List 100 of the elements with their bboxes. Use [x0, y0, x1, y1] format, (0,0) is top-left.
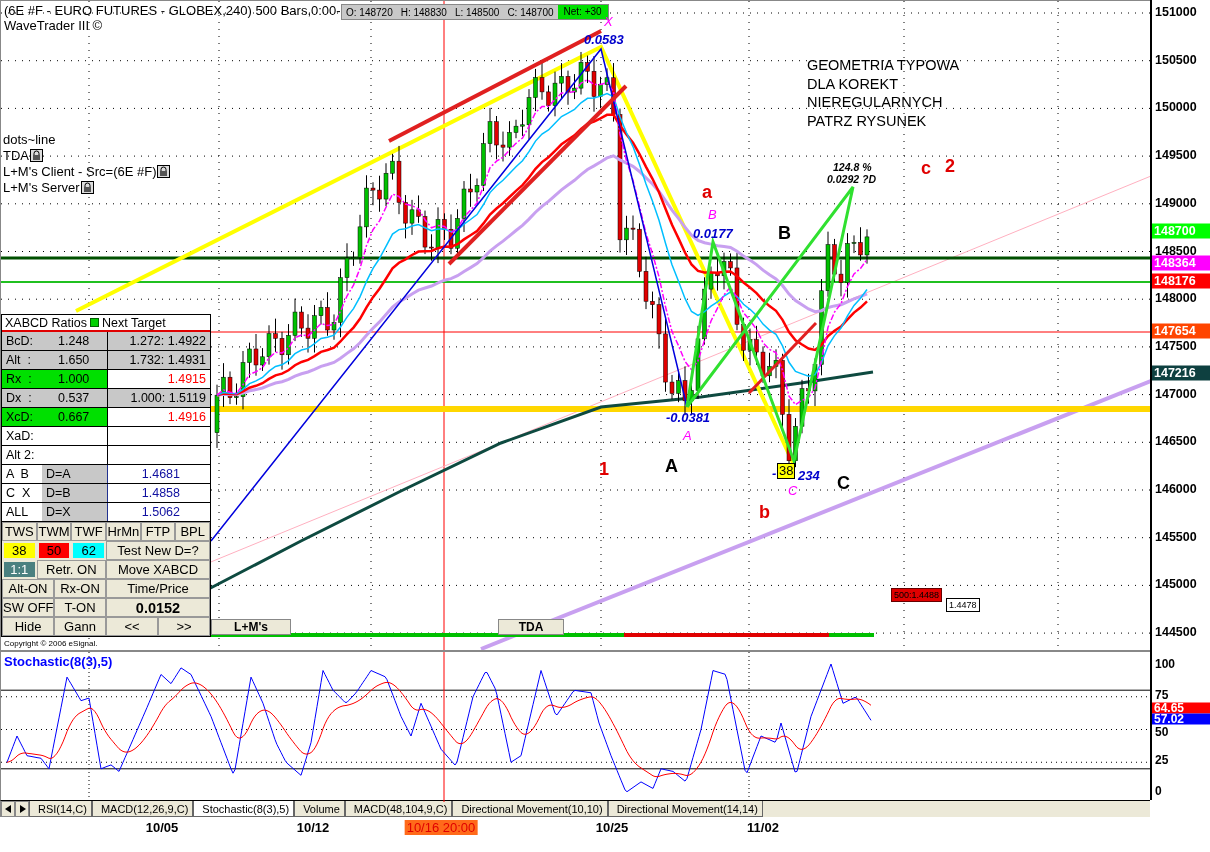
panel-heading: Next Target — [102, 315, 166, 330]
price-axis-label: 151000 — [1155, 5, 1197, 19]
panel-button[interactable]: TWS — [2, 522, 37, 541]
leg-label: B — [778, 223, 791, 244]
price-marker: 148176 — [1152, 273, 1210, 289]
ratio-value: 1.650 — [54, 351, 107, 369]
ratio-swatch-button[interactable]: 1:1 — [2, 560, 37, 579]
ratio-value: 0.537 — [54, 389, 107, 407]
date-label: 10/16 20:00 — [404, 820, 478, 835]
oscillator-axis-label: 75 — [1155, 688, 1169, 701]
price-axis-label: 146000 — [1155, 482, 1197, 496]
panel-button[interactable]: TWF — [71, 522, 106, 541]
price-axis-label: 147000 — [1155, 386, 1197, 401]
chart-title: (6E #F - EURO FUTURES - GLOBEX,240) 500 Bars,0:00- — [4, 3, 341, 18]
indicator-tab[interactable]: Stochastic(8(3),5) — [193, 801, 295, 817]
price-axis-label: 145500 — [1155, 529, 1197, 544]
condition-label: D=A — [42, 465, 107, 483]
ratio-swatch-button[interactable]: 62 — [71, 541, 106, 560]
panel-button[interactable]: BPL — [175, 522, 210, 541]
indicator-label: L+M's Server — [3, 179, 80, 195]
panel-button[interactable]: Time/Price — [106, 579, 210, 598]
price-marker: 148364 — [1152, 255, 1210, 271]
panel-button[interactable]: Alt-ON — [2, 579, 54, 598]
ratio-readout: 0.0152 — [106, 598, 210, 617]
indicator-label: L+M's Client - Src=(6E #F) — [3, 163, 157, 179]
price-tag: 500:1.4488 — [891, 588, 943, 602]
panel-button[interactable]: TWM — [36, 522, 72, 541]
price-axis-label: 148500 — [1155, 243, 1197, 258]
ratio-label: 234 — [798, 468, 820, 483]
panel-button[interactable]: Move XABCD — [106, 560, 210, 579]
projection-value: 1.4858 — [107, 484, 210, 502]
indicator-tab[interactable]: Directional Movement(10,10) — [452, 801, 608, 817]
wave-label: c — [921, 158, 931, 179]
date-label: 10/12 — [295, 820, 331, 835]
panel-button[interactable]: T-ON — [54, 598, 106, 617]
panel-button[interactable]: FTP — [140, 522, 176, 541]
panel-button[interactable]: Gann — [54, 617, 106, 636]
ratio-label: - — [772, 466, 777, 481]
indicator-tab[interactable]: Volume — [294, 801, 345, 817]
ratio-swatch-button[interactable]: 38 — [2, 541, 37, 560]
projection-value: 1.4681 — [107, 465, 210, 483]
ratio-label: 0.0583 — [584, 32, 624, 47]
panel-button[interactable]: SW OFF — [2, 598, 54, 617]
panel-button[interactable]: HrMn — [106, 522, 141, 541]
oscillator-axis-label: 100 — [1155, 658, 1176, 670]
oscillator-axis-label: 0 — [1155, 785, 1162, 797]
panel-button[interactable]: << — [106, 617, 158, 636]
ratio-value: 1.248 — [54, 332, 107, 350]
date-label: 10/05 — [144, 820, 180, 835]
ratio-name: Rx : — [2, 370, 54, 388]
wave-label: 1 — [599, 459, 609, 480]
indicator-label: dots~line — [3, 131, 56, 147]
price-marker: 147654 — [1152, 323, 1210, 339]
indicator-tab[interactable]: MACD(12,26,9,C) — [91, 801, 194, 817]
value-marker: 57.02 — [1152, 713, 1210, 725]
note-text: GEOMETRIA TYPOWA DLA KOREKT NIEREGULARNYCH PATRZ RYSUNEK — [807, 56, 960, 130]
ratio-name: Dx : — [2, 389, 54, 407]
projection-label: 124.8 % — [833, 161, 872, 173]
fib-badge: 38 — [777, 463, 796, 479]
ratio-label: -0.0381 — [666, 410, 711, 425]
ratio-value: 1.000 — [54, 370, 107, 388]
wave-label: a — [702, 182, 712, 203]
price-axis-label: 150000 — [1155, 100, 1197, 115]
leg-label: A — [665, 456, 678, 477]
target-value: 1.272: 1.4922 — [107, 332, 210, 350]
ratio-name: BcD: — [2, 332, 54, 350]
chart-tab[interactable]: L+M's — [211, 619, 291, 635]
projection-label: 0.0292 ?D — [827, 173, 877, 185]
price-axis-label: 150500 — [1155, 52, 1197, 67]
ratio-label: 0.0177 — [693, 226, 733, 241]
wave-label: b — [759, 502, 770, 523]
scroll-right-button[interactable] — [15, 801, 29, 817]
projection-value: 1.5062 — [107, 503, 210, 521]
panel-button[interactable]: Test New D=? — [106, 541, 210, 560]
oscillator-axis-label: 25 — [1155, 754, 1169, 767]
ratio-swatch-button[interactable]: 50 — [36, 541, 72, 560]
panel-button[interactable]: Rx-ON — [54, 579, 106, 598]
scroll-left-button[interactable] — [1, 801, 15, 817]
oscillator-axis-label: 50 — [1155, 725, 1169, 738]
price-axis-label: 148000 — [1155, 291, 1197, 306]
leg-label: C — [837, 473, 850, 494]
price-axis-label: 149500 — [1155, 148, 1197, 163]
panel-button[interactable]: Retr. ON — [36, 560, 106, 579]
condition-label: D=X — [42, 503, 107, 521]
indicator-tab[interactable]: RSI(14,C) — [29, 801, 92, 817]
panel-button[interactable]: >> — [158, 617, 210, 636]
indicator-tab[interactable]: Directional Movement(14,14) — [607, 801, 763, 817]
date-label: 10/25 — [594, 820, 630, 835]
panel-button[interactable]: Hide — [2, 617, 54, 636]
price-marker: 148700 — [1152, 223, 1210, 239]
point-label: A — [683, 428, 692, 443]
price-axis-label: 145000 — [1155, 577, 1197, 592]
price-axis-label: 146500 — [1155, 434, 1197, 449]
price-axis-label: 144500 — [1155, 625, 1197, 640]
condition-label: D=B — [42, 484, 107, 502]
square-icon — [90, 318, 99, 327]
point-label: C — [788, 483, 798, 498]
indicator-tab[interactable]: MACD(48,104,9,C) — [344, 801, 453, 817]
chart-tab[interactable]: TDA — [498, 619, 564, 635]
date-label: 11/02 — [746, 820, 780, 835]
